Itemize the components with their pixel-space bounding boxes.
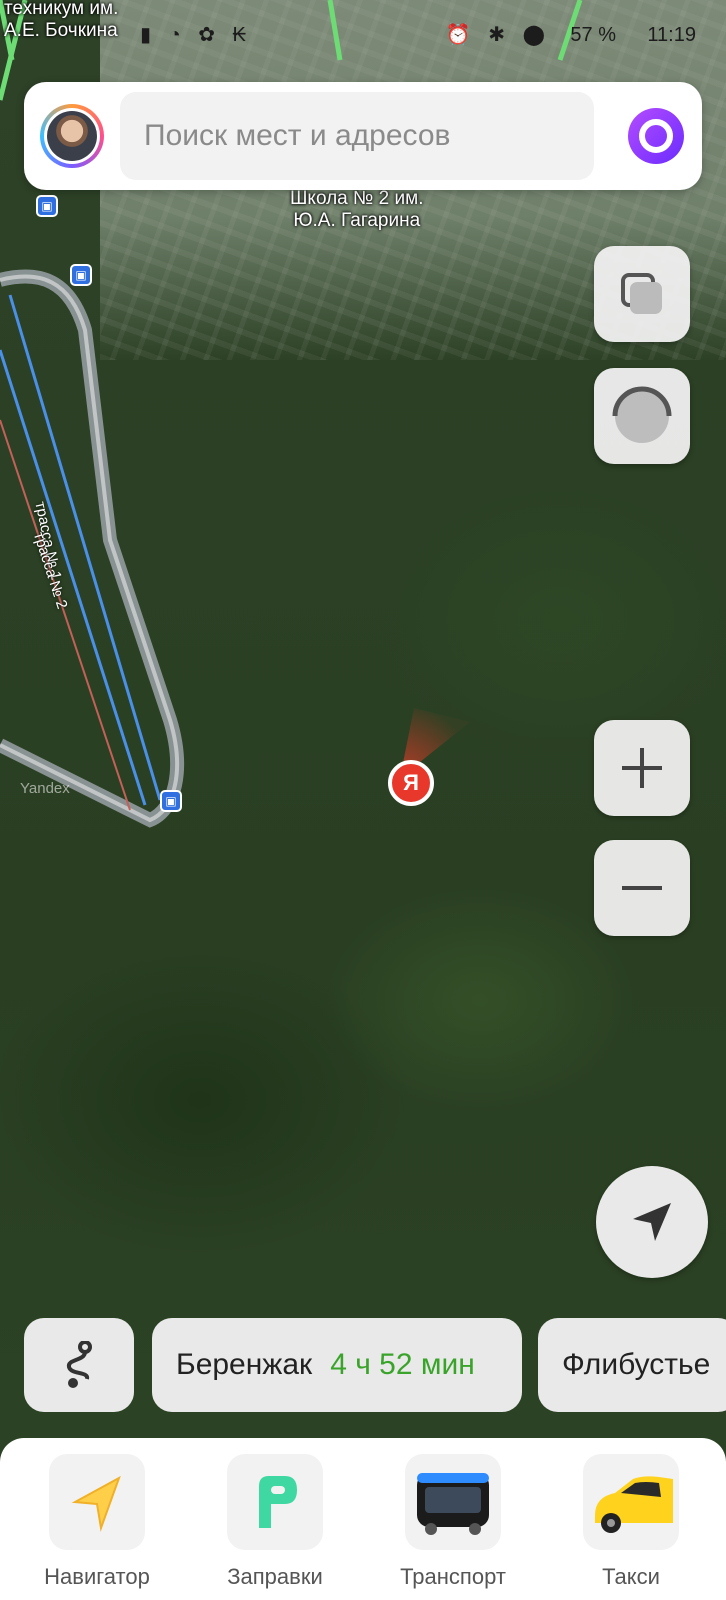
layers-button[interactable] xyxy=(594,246,690,342)
profile-avatar[interactable] xyxy=(40,104,104,168)
my-location-button[interactable] xyxy=(596,1166,708,1278)
tab-fuel[interactable]: Заправки xyxy=(195,1454,355,1594)
routes-button[interactable] xyxy=(24,1318,134,1412)
layers-icon xyxy=(621,273,662,314)
route-icon xyxy=(66,1341,92,1388)
map-label-school[interactable]: Школа № 2 им. Ю.А. Гагарина xyxy=(290,188,423,232)
battery-level: 57 % xyxy=(570,24,616,46)
bottom-navigation: Навигатор Заправки Транспорт Такси xyxy=(0,1438,726,1600)
bus-icon xyxy=(405,1454,501,1550)
tab-label: Такси xyxy=(602,1564,660,1589)
quick-route-chip[interactable]: Беренжак 4 ч 52 мин xyxy=(152,1318,522,1412)
status-bar: ▮ ◔ ✿ ₭ ⏰ ✱ ⬤ 57 % 11:19 xyxy=(0,0,726,60)
location-arrow-icon xyxy=(633,1203,671,1241)
status-system-icons: ⏰ ✱ ⬤ xyxy=(445,24,551,46)
quick-route-name: Беренжак xyxy=(176,1348,313,1381)
navigator-icon xyxy=(49,1454,145,1550)
compass-button[interactable] xyxy=(594,368,690,464)
minus-icon xyxy=(622,886,662,890)
ski-lift-icon[interactable]: ▣ xyxy=(160,790,182,812)
tab-label: Заправки xyxy=(227,1564,323,1589)
avatar-photo xyxy=(47,111,97,161)
tab-label: Транспорт xyxy=(400,1564,506,1589)
ski-lift-icon[interactable]: ▣ xyxy=(36,195,58,217)
fuel-icon xyxy=(227,1454,323,1550)
tab-label: Навигатор xyxy=(44,1564,150,1589)
zoom-in-button[interactable] xyxy=(594,720,690,816)
alice-icon[interactable] xyxy=(628,108,684,164)
plus-icon xyxy=(622,748,662,788)
status-notification-icons: ▮ ◔ ✿ ₭ xyxy=(140,24,252,46)
tab-navigator[interactable]: Навигатор xyxy=(17,1454,177,1594)
tab-transport[interactable]: Транспорт xyxy=(373,1454,533,1594)
quick-route-name: Флибустье xyxy=(562,1348,711,1381)
ski-lift-icon[interactable]: ▣ xyxy=(70,264,92,286)
search-input[interactable] xyxy=(120,92,594,180)
quick-route-duration: 4 ч 52 мин xyxy=(330,1348,475,1381)
quick-route-chip[interactable]: Флибустье xyxy=(538,1318,726,1412)
map-watermark: Yandex xyxy=(20,780,70,797)
user-location-marker[interactable]: Я xyxy=(388,760,434,806)
zoom-out-button[interactable] xyxy=(594,840,690,936)
taxi-icon xyxy=(583,1454,679,1550)
clock: 11:19 xyxy=(647,24,696,46)
search-card xyxy=(24,82,702,190)
tab-taxi[interactable]: Такси xyxy=(551,1454,711,1594)
compass-icon xyxy=(612,386,672,443)
